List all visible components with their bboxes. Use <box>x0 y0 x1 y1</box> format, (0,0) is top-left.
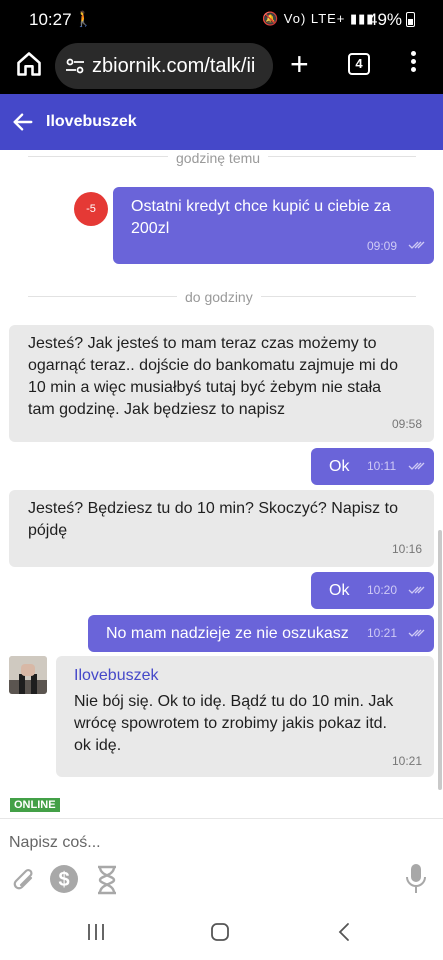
message-text: 200zl <box>131 220 170 237</box>
price-badge: -5 <box>74 192 108 226</box>
scrollbar-thumb[interactable] <box>438 530 442 790</box>
battery-level: 49% <box>368 10 403 29</box>
message-time: 10:11 <box>367 459 397 473</box>
double-check-icon <box>408 629 425 637</box>
time-separator: do godziny <box>177 289 261 305</box>
message-time: 10:21 <box>367 626 398 640</box>
message-text: pójdę <box>28 522 68 539</box>
message-text: Jesteś? Będziesz tu do 10 min? Skoczyć? … <box>28 500 398 517</box>
message-text: Nie bój się. Ok to idę. Bądź tu do 10 mi… <box>74 693 394 710</box>
home-icon[interactable] <box>15 50 43 78</box>
message-text: ok idę. <box>74 737 122 754</box>
double-check-icon <box>408 586 425 594</box>
url-text: zbiornik.com/talk/ii <box>92 55 256 77</box>
status-icons: 🔕 Vo) LTE+ ▮▮▮ <box>262 11 375 26</box>
message-input[interactable] <box>9 831 409 855</box>
back-arrow-icon[interactable] <box>12 111 34 133</box>
chat-header: Ilovebuszek <box>0 94 443 150</box>
svg-text:$: $ <box>58 869 69 891</box>
message-text: ogarnąć teraz.. dojście do bankomatu zaj… <box>28 357 398 374</box>
back-nav-icon[interactable] <box>336 922 352 942</box>
status-bar: 10:27 🚶 🔕 Vo) LTE+ ▮▮▮ 49% <box>0 0 443 38</box>
walking-icon: 🚶 <box>74 11 93 28</box>
dollar-icon[interactable]: $ <box>49 864 79 894</box>
outgoing-message: Ok 10:20 <box>311 572 434 609</box>
avatar-image <box>9 656 47 694</box>
hourglass-icon[interactable] <box>96 865 118 895</box>
incoming-message: Jesteś? Jak jesteś to mam teraz czas moż… <box>9 325 434 442</box>
more-menu-icon[interactable] <box>411 51 417 75</box>
address-bar[interactable]: zbiornik.com/talk/ii <box>55 43 273 89</box>
new-tab-plus-icon[interactable]: + <box>290 48 309 80</box>
status-time: 10:27 <box>29 10 72 29</box>
double-check-icon <box>408 462 425 470</box>
message-text: Ok <box>329 582 350 599</box>
sender-name[interactable]: Ilovebuszek <box>74 667 159 685</box>
outgoing-message: Ostatni kredyt chce kupić u ciebie za 20… <box>113 187 434 264</box>
online-status-badge: ONLINE <box>10 798 60 812</box>
home-nav-icon[interactable] <box>210 922 230 942</box>
browser-toolbar: zbiornik.com/talk/ii + 4 <box>0 38 443 94</box>
message-text: tam godzinę. Jak będziesz to napisz <box>28 401 286 418</box>
outgoing-message: Ok 10:11 <box>311 448 434 485</box>
message-text: No mam nadzieje ze nie oszukasz <box>106 625 349 642</box>
tab-count-button[interactable]: 4 <box>348 53 370 75</box>
message-composer: $ <box>0 818 443 910</box>
message-time: 10:21 <box>392 754 423 768</box>
battery-icon <box>406 12 415 27</box>
time-separator: godzinę temu <box>168 150 269 166</box>
recents-icon[interactable] <box>86 922 106 942</box>
outgoing-message: No mam nadzieje ze nie oszukasz 10:21 <box>88 615 434 652</box>
message-time: 09:09 <box>367 239 398 253</box>
system-navigation-bar <box>0 910 443 960</box>
paperclip-icon[interactable] <box>13 866 37 894</box>
message-time: 10:16 <box>392 542 423 556</box>
message-text: wrócę spowrotem to zrobimy jakis pokaz i… <box>74 715 387 732</box>
incoming-message: Jesteś? Będziesz tu do 10 min? Skoczyć? … <box>9 490 434 567</box>
message-text: 10 min a więc musiałbyś tutaj być żebym … <box>28 379 382 396</box>
site-settings-icon[interactable] <box>65 56 85 76</box>
chat-title[interactable]: Ilovebuszek <box>46 113 137 131</box>
avatar[interactable] <box>9 656 47 694</box>
message-text: Ostatni kredyt chce kupić u ciebie za <box>131 198 391 215</box>
message-time: 10:20 <box>367 583 398 597</box>
double-check-icon <box>408 241 425 249</box>
incoming-message: Ilovebuszek Nie bój się. Ok to idę. Bądź… <box>56 656 434 777</box>
microphone-icon[interactable] <box>405 863 427 895</box>
chat-messages[interactable]: godzinę temu -5 Ostatni kredyt chce kupi… <box>0 150 443 818</box>
message-text: Ok <box>329 458 350 475</box>
message-time: 09:58 <box>392 417 423 431</box>
message-text: Jesteś? Jak jesteś to mam teraz czas moż… <box>28 335 377 352</box>
